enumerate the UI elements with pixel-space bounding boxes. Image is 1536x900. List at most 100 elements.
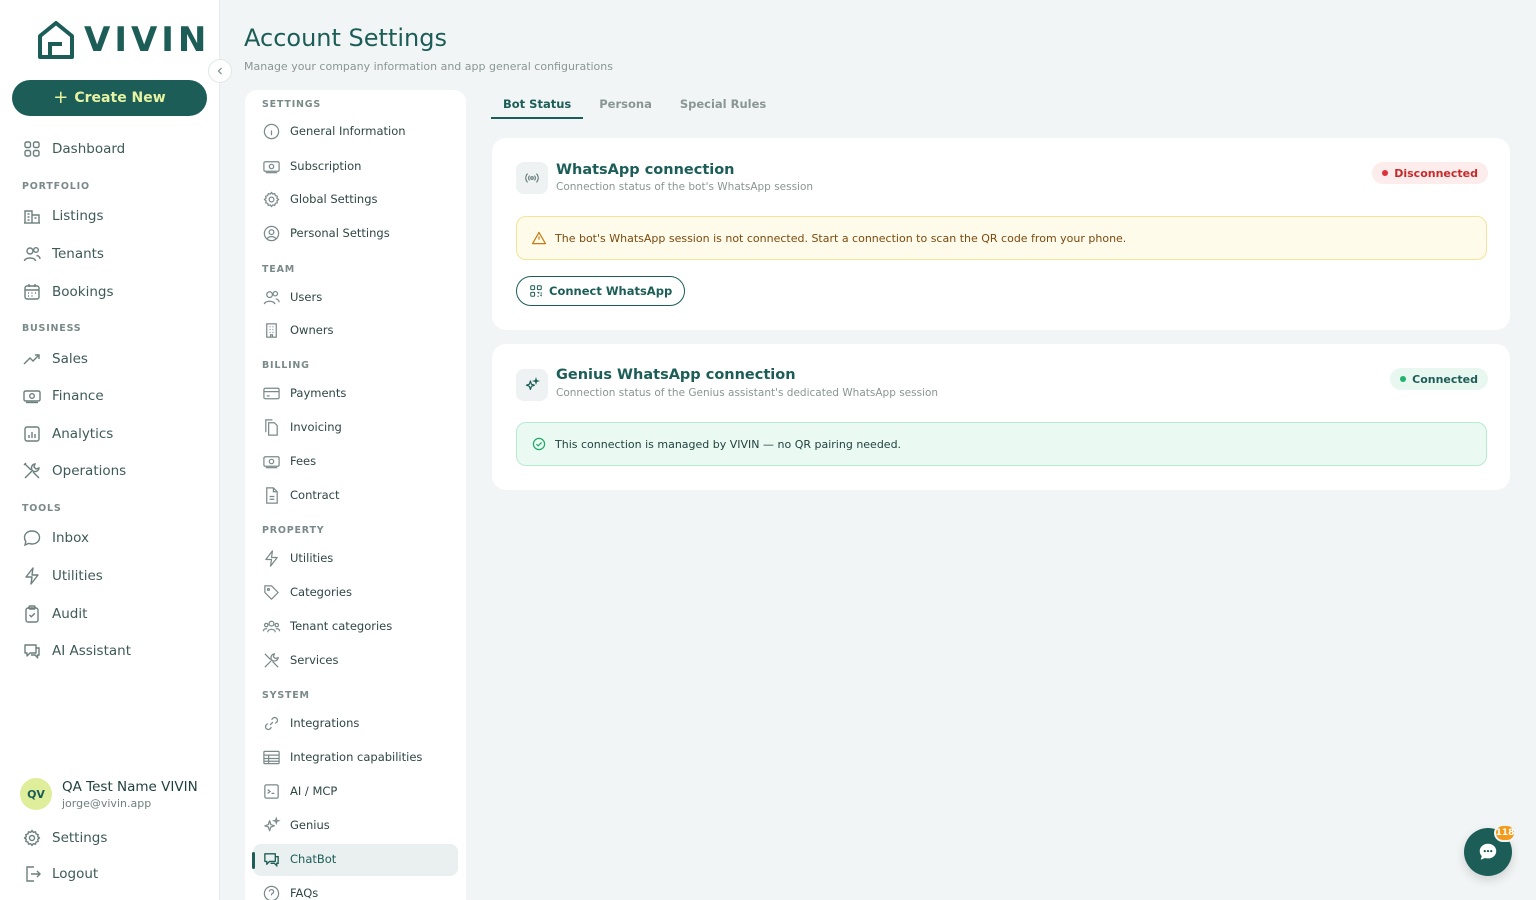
settings-item-general-information[interactable]: General Information [262,121,406,141]
page-subtitle: Manage your company information and app … [244,60,613,73]
nav-item-logout[interactable]: Logout [22,864,98,884]
connect-whatsapp-button[interactable]: Connect WhatsApp [516,276,686,306]
settings-item-integration-capabilities[interactable]: Integration capabilities [262,747,422,767]
nav-item-ai-assistant[interactable]: AI Assistant [22,641,131,661]
settings-item-invoicing[interactable]: Invoicing [262,417,342,437]
settings-item-label: Tenant categories [290,619,393,633]
nav-item-bookings[interactable]: Bookings [22,282,114,302]
nav-label: Bookings [52,284,114,300]
info-alert: This connection is managed by VIVIN — no… [516,422,1487,466]
settings-item-fees[interactable]: Fees [262,451,316,471]
nav-item-dashboard[interactable]: Dashboard [22,139,125,159]
nav-label: Analytics [52,426,114,442]
user-group-icon [262,617,281,636]
nav-label: Logout [52,866,99,882]
status-badge: Connected [1390,368,1488,390]
chevron-left-icon [215,66,225,76]
settings-item-label: Users [290,290,323,304]
collapse-sidebar-button[interactable] [208,59,232,83]
settings-item-utilities[interactable]: Utilities [262,548,333,568]
settings-item-services[interactable]: Services [262,650,339,670]
create-new-button[interactable]: + Create New [12,80,207,116]
broadcast-icon [516,162,548,194]
status-badge: Disconnected [1372,162,1488,184]
user-profile[interactable]: QV QA Test Name VIVIN jorge@vivin.app [20,778,198,810]
settings-item-faqs[interactable]: FAQs [262,883,318,900]
nav-label: Sales [52,351,88,367]
nav-item-finance[interactable]: Finance [22,386,104,406]
chat-icon [262,850,281,869]
settings-menu: SETTINGS General Information Subscriptio… [245,90,466,900]
money-icon [262,157,281,176]
settings-item-tenant-categories[interactable]: Tenant categories [262,616,392,636]
settings-item-subscription[interactable]: Subscription [262,156,361,176]
link-icon [262,714,281,733]
sparkles-icon [262,815,281,835]
user-email: jorge@vivin.app [62,796,152,810]
settings-item-label: Integrations [290,716,360,730]
settings-item-label: Payments [290,386,347,400]
warning-triangle-icon [531,230,547,246]
nav-label: Operations [52,463,127,479]
gear-icon [22,828,42,848]
logo-house-icon [36,20,76,60]
question-circle-icon [262,884,281,900]
chat-bubble-icon [1477,841,1499,863]
nav-item-analytics[interactable]: Analytics [22,424,113,444]
nav-label: Audit [52,606,88,622]
users-icon [262,288,281,307]
terminal-icon [262,782,281,801]
settings-item-owners[interactable]: Owners [262,320,334,340]
genius-whatsapp-connection-card: Genius WhatsApp connection Connection st… [492,344,1510,490]
nav-item-audit[interactable]: Audit [22,604,87,624]
sidebar: VIVIN + Create New Dashboard PORTFOLIO L… [0,0,220,900]
settings-item-chatbot[interactable]: ChatBot [262,849,336,869]
settings-item-global-settings[interactable]: Global Settings [262,189,378,209]
settings-item-label: Subscription [290,159,362,173]
settings-item-label: Invoicing [290,420,342,434]
settings-item-label: General Information [290,124,406,138]
nav-label: Finance [52,388,104,404]
settings-item-payments[interactable]: Payments [262,383,346,403]
nav-item-operations[interactable]: Operations [22,461,126,481]
status-label: Connected [1412,372,1478,386]
tab-bot-status[interactable]: Bot Status [491,96,584,119]
money-icon [22,386,42,406]
alert-text: The bot's WhatsApp session is not connec… [555,231,1127,245]
settings-item-ai-mcp[interactable]: AI / MCP [262,781,337,801]
team-section-label: TEAM [262,264,295,275]
nav-item-settings[interactable]: Settings [22,828,107,848]
lightning-icon [262,549,281,568]
nav-label: Dashboard [52,141,126,157]
settings-item-personal-settings[interactable]: Personal Settings [262,223,390,243]
bot-settings-tabs: Bot Status Persona Special Rules [491,96,778,119]
page-title: Account Settings [244,24,447,52]
tab-special-rules[interactable]: Special Rules [668,96,778,119]
settings-item-label: Categories [290,585,352,599]
settings-item-label: Fees [290,454,317,468]
settings-item-label: Owners [290,323,334,337]
whatsapp-connection-card: WhatsApp connection Connection status of… [492,138,1510,330]
info-icon [262,122,281,141]
nav-section-tools: TOOLS [22,503,62,514]
nav-item-listings[interactable]: Listings [22,206,104,226]
nav-item-utilities[interactable]: Utilities [22,566,103,586]
settings-item-integrations[interactable]: Integrations [262,713,359,733]
logo[interactable]: VIVIN [36,20,210,60]
lightning-icon [22,566,42,586]
settings-item-users[interactable]: Users [262,287,322,307]
settings-item-genius[interactable]: Genius [262,815,330,835]
billing-section-label: BILLING [262,360,310,371]
settings-item-contract[interactable]: Contract [262,485,339,505]
building-icon [22,206,42,226]
status-label: Disconnected [1394,166,1478,180]
status-dot [1400,376,1407,382]
user-circle-icon [262,224,281,243]
nav-item-inbox[interactable]: Inbox [22,528,89,548]
alert-text: This connection is managed by VIVIN — no… [555,437,902,451]
nav-item-tenants[interactable]: Tenants [22,244,104,264]
warning-alert: The bot's WhatsApp session is not connec… [516,216,1487,260]
settings-item-categories[interactable]: Categories [262,582,352,602]
tab-persona[interactable]: Persona [587,96,664,119]
nav-item-sales[interactable]: Sales [22,349,88,369]
